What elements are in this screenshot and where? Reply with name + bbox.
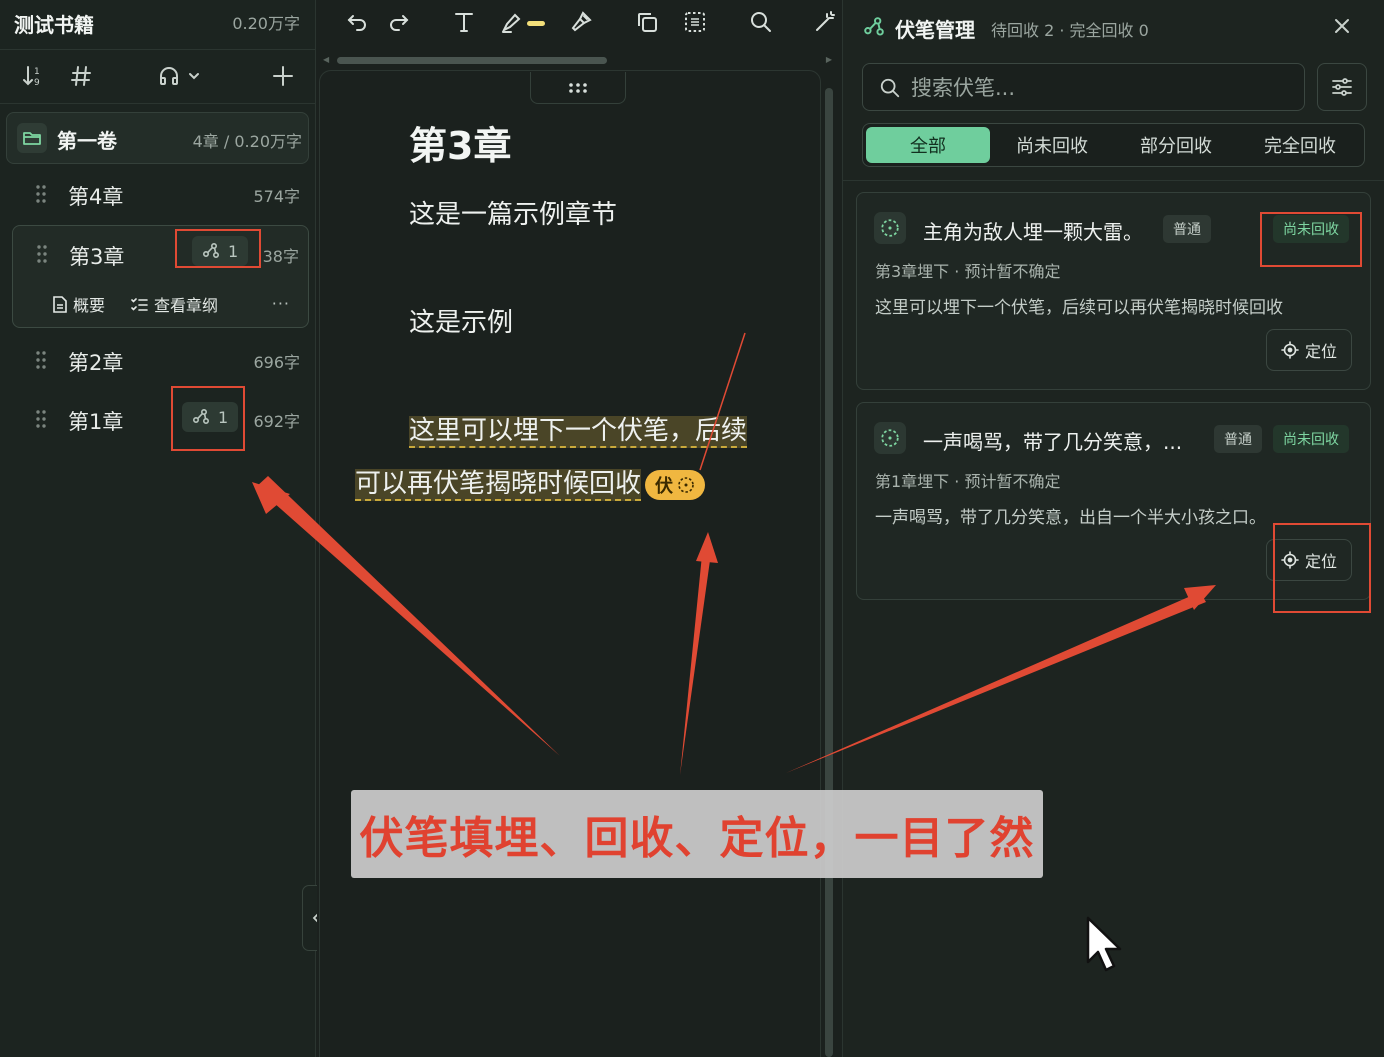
svg-text:9: 9 — [34, 78, 40, 88]
dashed-circle-icon — [874, 212, 906, 244]
outline-list-icon — [131, 297, 148, 312]
select-icon[interactable] — [683, 10, 707, 34]
summary-button[interactable]: 概要 — [53, 292, 105, 316]
type-badge: 普通 — [1163, 215, 1211, 243]
text-icon[interactable] — [453, 10, 475, 34]
paragraph[interactable]: 这是一篇示例章节 — [409, 194, 617, 231]
crosshair-icon — [1281, 341, 1299, 359]
tab-partial[interactable]: 部分回收 — [1114, 127, 1238, 163]
tab-unrecovered[interactable]: 尚未回收 — [990, 127, 1114, 163]
volume-title: 第一卷 — [57, 129, 117, 153]
headphones-icon[interactable] — [158, 64, 204, 88]
tab-recovered[interactable]: 完全回收 — [1238, 127, 1362, 163]
drag-handle-icon[interactable] — [37, 245, 47, 263]
sidebar-toolbar: 19 — [0, 50, 316, 104]
locate-label: 定位 — [1304, 342, 1337, 361]
annotation-box — [1260, 212, 1362, 267]
filter-button[interactable] — [1317, 63, 1367, 111]
annotation-box — [1273, 523, 1371, 613]
editor-toolbar — [317, 0, 842, 48]
foreshadow-title: 一声喝骂，带了几分笑意，... — [923, 430, 1183, 454]
search-icon — [879, 77, 901, 99]
sidebar-header: 测试书籍 0.20万字 — [0, 0, 316, 50]
foreshadow-icon — [863, 16, 885, 38]
volume-item[interactable]: 第一卷 4章 / 0.20万字 — [6, 112, 309, 164]
undo-icon[interactable] — [345, 10, 369, 34]
highlighted-paragraph-line[interactable]: 可以再伏笔揭晓时候回收伏 — [355, 463, 706, 501]
chapter-title: 第3章 — [69, 245, 125, 269]
highlighter-icon[interactable] — [501, 10, 547, 34]
chapter-item[interactable]: 第4章 574字 — [12, 166, 309, 222]
annotation-box — [171, 386, 245, 451]
editor-area: ◀ ▶ 第3章 这是一篇示例章节 这是示例 这里可以埋下一个伏笔，后续 可以再伏… — [317, 0, 842, 1057]
more-options-button[interactable]: ··· — [272, 294, 290, 313]
chapter-title: 第2章 — [68, 351, 124, 375]
close-icon[interactable] — [1333, 17, 1351, 35]
horizontal-scrollbar[interactable]: ◀ ▶ — [323, 55, 832, 65]
filter-icon — [1331, 76, 1353, 98]
status-badge: 尚未回收 — [1273, 425, 1349, 453]
document-icon — [53, 295, 67, 313]
folder-icon — [17, 123, 47, 153]
volume-meta: 4章 / 0.20万字 — [192, 132, 302, 151]
foreshadow-description: 一声喝骂，带了几分笑意，出自一个半大小孩之口。 — [875, 508, 1266, 528]
svg-text:1: 1 — [34, 67, 40, 77]
foreshadow-highlight[interactable]: 这里可以埋下一个伏笔，后续 — [409, 416, 748, 448]
search-icon[interactable] — [749, 10, 773, 34]
annotation-box — [175, 229, 261, 268]
search-input[interactable] — [911, 74, 1291, 102]
chapter-item[interactable]: 第2章 696字 — [12, 332, 309, 388]
tab-all[interactable]: 全部 — [866, 127, 990, 163]
foreshadow-highlight[interactable]: 可以再伏笔揭晓时候回收 — [355, 469, 642, 501]
chapter-title: 第4章 — [68, 185, 124, 209]
chapter-sidebar: 测试书籍 0.20万字 19 第一卷 4章 / 0.20万字 第4章 574字 — [0, 0, 316, 1057]
foreshadow-chip-label: 伏 — [655, 475, 674, 497]
dashed-circle-icon — [874, 422, 906, 454]
chapter-word-count: 574字 — [253, 187, 300, 206]
search-box[interactable] — [862, 63, 1305, 111]
type-badge: 普通 — [1214, 425, 1262, 453]
foreshadow-chip[interactable]: 伏 — [645, 469, 706, 500]
promo-caption: 伏笔填埋、回收、定位，一目了然 — [351, 790, 1043, 878]
sort-icon[interactable]: 19 — [22, 64, 44, 88]
hash-icon[interactable] — [70, 64, 92, 88]
brush-icon[interactable] — [569, 10, 593, 34]
foreshadow-title: 主角为敌人埋一颗大雷。 — [923, 220, 1143, 244]
outline-label: 查看章纲 — [154, 296, 219, 315]
drag-handle-icon[interactable] — [530, 72, 626, 104]
chapter-word-count: 692字 — [253, 412, 300, 431]
drag-handle-icon[interactable] — [36, 185, 46, 203]
redo-icon[interactable] — [387, 10, 411, 34]
foreshadow-meta: 第3章埋下 · 预计暂不确定 — [875, 262, 1061, 281]
chapter-word-count: 696字 — [253, 353, 300, 372]
chapter-title: 第1章 — [68, 410, 124, 434]
view-outline-button[interactable]: 查看章纲 — [131, 292, 218, 316]
summary-label: 概要 — [73, 296, 106, 315]
dashed-circle-icon — [677, 476, 695, 494]
foreshadow-description: 这里可以埋下一个伏笔，后续可以再伏笔揭晓时候回收 — [875, 298, 1283, 318]
book-title[interactable]: 测试书籍 — [14, 9, 94, 38]
chapter-heading[interactable]: 第3章 — [409, 115, 511, 170]
chapter-item[interactable]: 第1章 1 692字 — [12, 391, 309, 447]
chapter-word-count: 38字 — [262, 247, 299, 266]
cursor-icon — [1086, 916, 1124, 972]
highlighted-paragraph-line[interactable]: 这里可以埋下一个伏笔，后续 — [409, 410, 748, 448]
status-tabs: 全部 尚未回收 部分回收 完全回收 — [862, 123, 1365, 167]
drag-handle-icon[interactable] — [36, 410, 46, 428]
foreshadow-panel: 伏笔管理 待回收 2 · 完全回收 0 全部 尚未回收 部分回收 完全回收 主角… — [842, 0, 1384, 1057]
drag-handle-icon[interactable] — [36, 351, 46, 369]
locate-button[interactable]: 定位 — [1266, 329, 1352, 371]
chapter-item-active[interactable]: 第3章 1 38字 概要 查看章纲 ··· — [12, 225, 309, 328]
foreshadow-meta: 第1章埋下 · 预计暂不确定 — [875, 472, 1061, 491]
vertical-scrollbar[interactable] — [825, 88, 833, 1057]
panel-stats: 待回收 2 · 完全回收 0 — [991, 21, 1149, 40]
book-word-count: 0.20万字 — [232, 14, 300, 33]
copy-icon[interactable] — [635, 10, 659, 34]
plus-icon[interactable] — [272, 64, 294, 88]
paragraph[interactable]: 这是示例 — [409, 302, 513, 339]
divider — [843, 180, 1384, 181]
panel-header: 伏笔管理 待回收 2 · 完全回收 0 — [843, 0, 1384, 54]
magic-wand-icon[interactable] — [813, 10, 837, 34]
panel-title: 伏笔管理 — [895, 18, 975, 42]
